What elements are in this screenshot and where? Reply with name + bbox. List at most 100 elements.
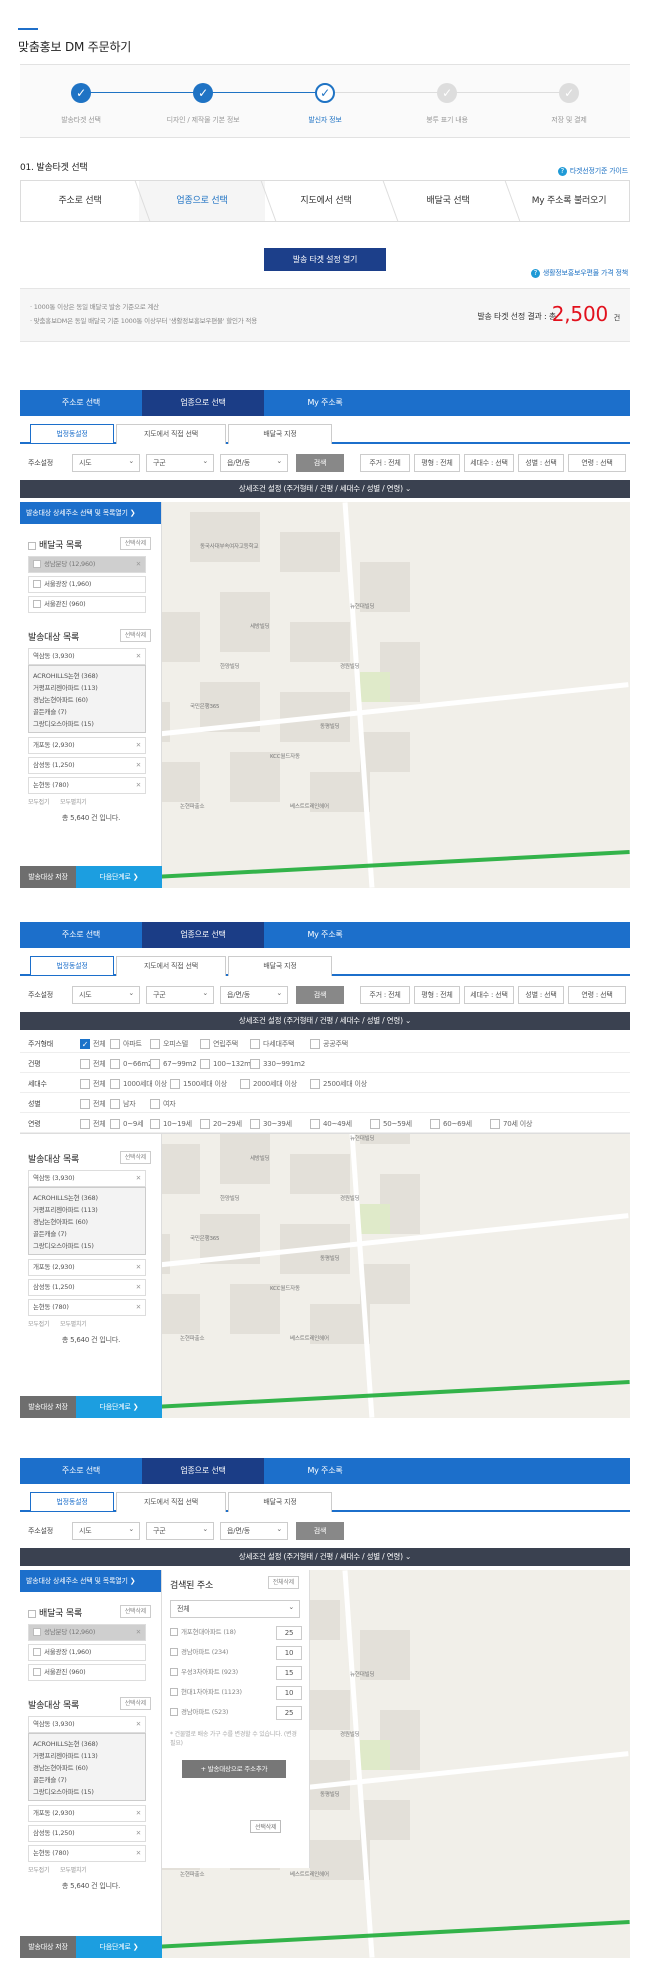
sub-tab[interactable]: 지도에서 직접 선택 xyxy=(116,424,226,444)
unfold-all-link[interactable]: 모두펼치기 xyxy=(60,1319,87,1328)
nav-tab[interactable]: 업종으로 선택 xyxy=(142,922,264,948)
checkbox[interactable] xyxy=(110,1119,120,1129)
filter-option[interactable]: ✓ 전체 xyxy=(80,1039,106,1049)
filter-option[interactable]: 공공주택 xyxy=(310,1039,348,1049)
tab-my-address[interactable]: My 주소록 불러오기 xyxy=(509,181,629,221)
sub-item[interactable]: 거평프리젠아파트 (113) xyxy=(33,1750,141,1762)
address-select[interactable]: 시도 xyxy=(72,1521,140,1540)
checkbox[interactable] xyxy=(170,1628,178,1636)
checkbox[interactable] xyxy=(490,1119,500,1129)
checkbox[interactable] xyxy=(250,1119,260,1129)
filter-option[interactable]: 연립주택 xyxy=(200,1039,238,1049)
checkbox[interactable] xyxy=(110,1039,120,1049)
filter-option[interactable]: 10~19세 xyxy=(150,1119,192,1129)
nav-tab[interactable]: 주소로 선택 xyxy=(20,390,142,416)
checkbox[interactable] xyxy=(170,1648,178,1656)
checkbox[interactable] xyxy=(170,1079,180,1089)
office-item[interactable]: 서울관진 (960) xyxy=(28,1664,146,1681)
condition-bar[interactable]: 상세조건 설정 (주거형태 / 건평 / 세대수 / 성별 / 연령) ⌄ xyxy=(20,480,630,498)
sub-item[interactable]: 경남논현아파트 (60) xyxy=(33,694,141,706)
checkbox[interactable] xyxy=(80,1119,90,1129)
target-item[interactable]: 논현동 (780) ✕ xyxy=(28,1845,146,1862)
side-header[interactable]: 발송대상 상세주소 선택 및 목록열기 ❯ xyxy=(20,502,161,524)
office-item[interactable]: 서울광장 (1,960) xyxy=(28,1644,146,1661)
condition-chip[interactable]: 세대수 : 선택 xyxy=(464,986,514,1004)
save-target-button[interactable]: 발송대상 저장 xyxy=(20,866,76,888)
tab-business[interactable]: 업종으로 선택 xyxy=(139,181,265,221)
open-target-settings-button[interactable]: 발송 타겟 설정 열기 xyxy=(264,248,386,271)
target-item[interactable]: 논현동 (780) ✕ xyxy=(28,1299,146,1316)
checkbox[interactable] xyxy=(310,1119,320,1129)
checkbox[interactable] xyxy=(33,1648,41,1656)
sub-tab[interactable]: 지도에서 직접 선택 xyxy=(116,956,226,976)
checkbox[interactable] xyxy=(310,1079,320,1089)
checkbox[interactable] xyxy=(150,1059,160,1069)
close-icon[interactable]: ✕ xyxy=(136,738,141,753)
target-item[interactable]: 역삼동 (3,930) ✕ xyxy=(28,1170,146,1187)
sub-tab[interactable]: 배달국 지정 xyxy=(228,1492,332,1512)
filter-option[interactable]: 67~99m2 xyxy=(150,1059,197,1069)
filter-option[interactable]: 다세대주택 xyxy=(250,1039,294,1049)
condition-chip[interactable]: 주거 : 전체 xyxy=(360,986,410,1004)
sub-tab[interactable]: 법정동설정 xyxy=(30,1492,114,1512)
condition-chip[interactable]: 주거 : 전체 xyxy=(360,454,410,472)
tab-office[interactable]: 배달국 선택 xyxy=(387,181,509,221)
next-step-button[interactable]: 다음단계로 ❯ xyxy=(76,1396,162,1418)
checkbox[interactable] xyxy=(200,1119,210,1129)
sub-tab[interactable]: 지도에서 직접 선택 xyxy=(116,1492,226,1512)
checkbox[interactable] xyxy=(370,1119,380,1129)
search-button[interactable]: 검색 xyxy=(296,986,344,1004)
checkbox[interactable] xyxy=(80,1059,90,1069)
filter-option[interactable]: 오피스텔 xyxy=(150,1039,188,1049)
sub-tab[interactable]: 배달국 지정 xyxy=(228,424,332,444)
household-count-input[interactable]: 15 xyxy=(276,1666,302,1680)
close-icon[interactable]: ✕ xyxy=(136,1280,141,1295)
target-item[interactable]: 삼성동 (1,250) ✕ xyxy=(28,757,146,774)
price-policy-link[interactable]: ? 생활정보홍보우편물 가격 정책 xyxy=(530,268,628,278)
filter-option[interactable]: 여자 xyxy=(150,1099,176,1109)
address-select[interactable]: 읍/면/동 xyxy=(220,1521,288,1540)
filter-option[interactable]: 330~991m2 xyxy=(250,1059,305,1069)
checkbox[interactable] xyxy=(33,580,41,588)
filter-option[interactable]: 50~59세 xyxy=(370,1119,412,1129)
nav-tab[interactable]: 주소로 선택 xyxy=(20,922,142,948)
close-icon[interactable]: ✕ xyxy=(136,1717,141,1732)
checkbox[interactable] xyxy=(240,1079,250,1089)
fold-all-link[interactable]: 모두접기 xyxy=(28,1865,49,1874)
target-item[interactable]: 삼성동 (1,250) ✕ xyxy=(28,1279,146,1296)
checkbox[interactable] xyxy=(33,600,41,608)
sub-item[interactable]: ACROHILLS논현 (368) xyxy=(33,1192,141,1204)
sub-item[interactable]: 경남논현아파트 (60) xyxy=(33,1762,141,1774)
checkbox[interactable] xyxy=(110,1079,120,1089)
close-icon[interactable]: ✕ xyxy=(136,1806,141,1821)
target-item[interactable]: 삼성동 (1,250) ✕ xyxy=(28,1825,146,1842)
address-select[interactable]: 시도 xyxy=(72,453,140,472)
household-count-input[interactable]: 10 xyxy=(276,1646,302,1660)
filter-option[interactable]: 20~29세 xyxy=(200,1119,242,1129)
nav-tab[interactable]: My 주소록 xyxy=(264,1458,386,1484)
checkbox[interactable] xyxy=(170,1708,178,1716)
nav-tab[interactable]: 업종으로 선택 xyxy=(142,390,264,416)
search-result-select[interactable]: 전체 xyxy=(170,1599,300,1618)
filter-option[interactable]: 0~66m2 xyxy=(110,1059,153,1069)
search-button[interactable]: 검색 xyxy=(296,1522,344,1540)
guide-link[interactable]: ? 타겟선정기준 가이드 xyxy=(557,166,628,176)
filter-option[interactable]: 30~39세 xyxy=(250,1119,292,1129)
condition-chip[interactable]: 연령 : 선택 xyxy=(568,454,626,472)
filter-option[interactable]: 남자 xyxy=(110,1099,136,1109)
condition-bar[interactable]: 상세조건 설정 (주거형태 / 건평 / 세대수 / 성별 / 연령) ⌄ xyxy=(20,1548,630,1566)
filter-option[interactable]: 100~132m2 xyxy=(200,1059,255,1069)
condition-chip[interactable]: 평형 : 전체 xyxy=(414,986,460,1004)
sub-tab[interactable]: 법정동설정 xyxy=(30,424,114,444)
close-icon[interactable]: ✕ xyxy=(136,1300,141,1315)
checkbox[interactable] xyxy=(250,1059,260,1069)
unfold-all-link[interactable]: 모두펼치기 xyxy=(60,1865,87,1874)
delete-selected-button[interactable]: 선택삭제 xyxy=(119,537,151,550)
filter-option[interactable]: 전체 xyxy=(80,1099,106,1109)
search-button[interactable]: 검색 xyxy=(296,454,344,472)
address-select[interactable]: 구군 xyxy=(146,453,214,472)
close-icon[interactable]: ✕ xyxy=(136,1826,141,1841)
sub-item[interactable]: 그랑디오스아파트 (15) xyxy=(33,718,141,730)
target-item[interactable]: 개포동 (2,930) ✕ xyxy=(28,1805,146,1822)
tab-address[interactable]: 주소로 선택 xyxy=(21,181,139,221)
